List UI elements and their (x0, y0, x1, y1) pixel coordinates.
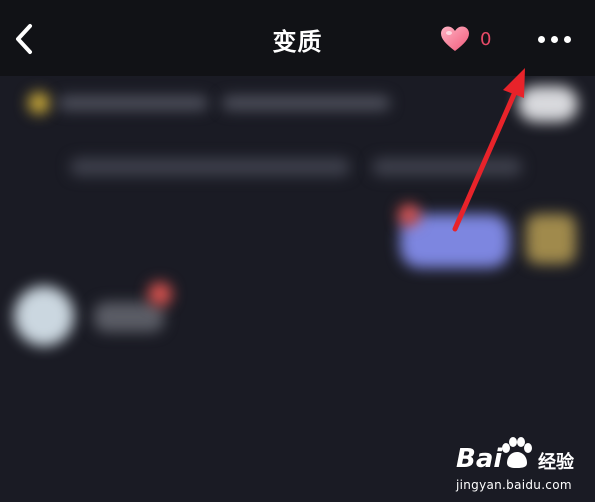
like-count: 0 (480, 28, 492, 50)
blurred-avatar (14, 286, 74, 346)
watermark-suffix-text: 经验 (538, 452, 574, 473)
blurred-badge (398, 204, 420, 226)
blurred-badge (148, 282, 172, 306)
top-navigation-bar: 变质 0 (0, 0, 595, 76)
blurred-text (222, 96, 390, 110)
blurred-avatar (526, 214, 576, 264)
page-title: 变质 (272, 28, 323, 56)
watermark: Bai 经验 jingyan.baidu.com (450, 432, 590, 498)
more-options-button[interactable] (532, 28, 576, 50)
watermark-logo-text: Bai (456, 444, 503, 474)
blurred-message-bubble (94, 302, 164, 332)
paw-icon (502, 437, 532, 468)
blurred-text (70, 158, 350, 176)
blurred-text (58, 96, 208, 110)
blurred-avatar (28, 92, 50, 114)
blurred-button (518, 86, 578, 122)
back-button[interactable] (10, 22, 38, 56)
watermark-url: jingyan.baidu.com (456, 478, 572, 492)
more-horizontal-icon (537, 35, 545, 43)
like-button[interactable]: 0 (440, 24, 491, 54)
more-horizontal-icon (550, 35, 558, 43)
blurred-text (372, 158, 522, 176)
heart-icon (441, 26, 469, 51)
more-horizontal-icon (563, 35, 571, 43)
chevron-left-icon (16, 24, 32, 54)
